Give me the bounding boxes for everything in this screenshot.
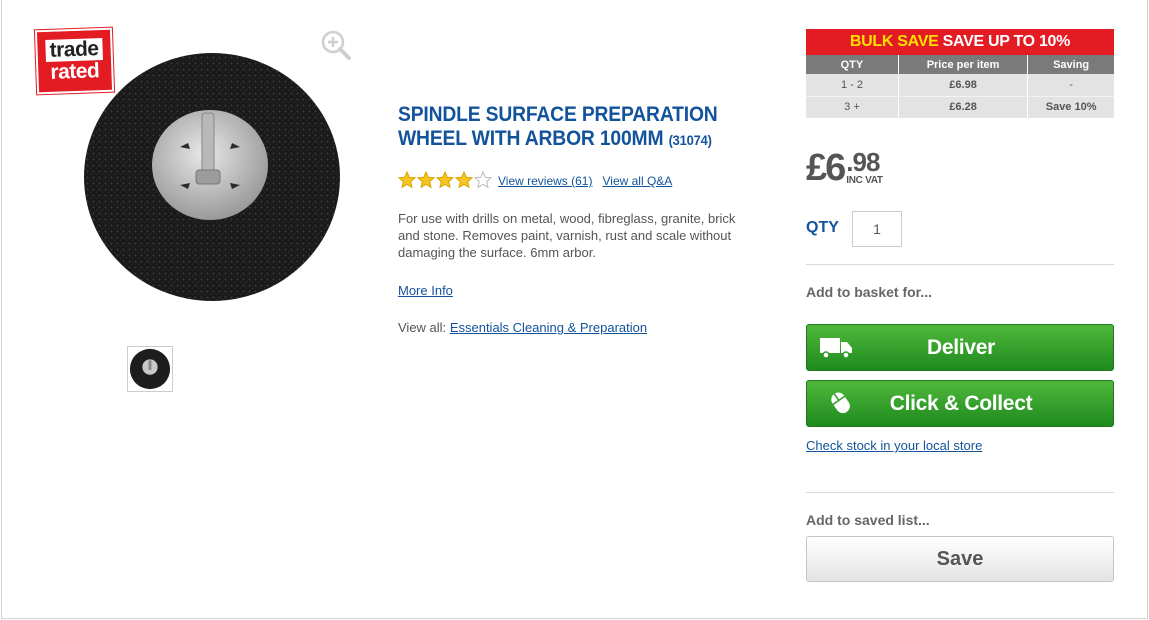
more-info-link[interactable]: More Info	[398, 283, 453, 298]
deliver-button-label: Deliver	[927, 335, 995, 359]
deliver-button[interactable]: Deliver	[806, 324, 1114, 371]
price-vat-label: INC VAT	[846, 175, 883, 186]
view-all-prefix: View all:	[398, 320, 447, 335]
bulk-save-banner: BULK SAVE SAVE UP TO 10%	[806, 29, 1114, 55]
table-row: 3 + £6.28 Save 10%	[806, 96, 1114, 118]
star-filled-icon	[417, 171, 435, 189]
table-header-qty: QTY	[806, 55, 899, 74]
divider	[806, 264, 1114, 265]
star-filled-icon	[436, 171, 454, 189]
save-button[interactable]: Save	[806, 536, 1114, 582]
click-collect-button[interactable]: Click & Collect	[806, 380, 1114, 427]
product-code: (31074)	[668, 132, 712, 148]
table-cell-price: £6.28	[898, 96, 1029, 118]
table-cell-qty: 1 - 2	[806, 74, 899, 97]
view-reviews-link[interactable]: View reviews (61)	[498, 174, 592, 188]
rating-stars	[398, 171, 492, 189]
view-qa-link[interactable]: View all Q&A	[602, 174, 672, 188]
qty-label: QTY	[806, 219, 839, 236]
table-cell-price: £6.98	[898, 74, 1029, 97]
table-header-price: Price per item	[898, 55, 1029, 74]
click-collect-button-label: Click & Collect	[889, 391, 1033, 415]
table-cell-saving: -	[1027, 74, 1114, 97]
add-to-saved-list-label: Add to saved list...	[806, 512, 930, 528]
product-price: £6 .98 INC VAT	[806, 148, 883, 188]
table-header-saving: Saving	[1027, 55, 1114, 74]
divider	[806, 492, 1114, 493]
review-links: View reviews (61) View all Q&A	[498, 174, 672, 188]
product-image	[84, 53, 340, 301]
table-row: 1 - 2 £6.98 -	[806, 74, 1114, 97]
delivery-truck-icon	[820, 338, 852, 359]
check-stock-link[interactable]: Check stock in your local store	[806, 438, 982, 453]
save-button-label: Save	[936, 547, 984, 570]
mouse-icon	[831, 392, 850, 414]
star-filled-icon	[455, 171, 473, 189]
view-all-category: View all: Essentials Cleaning & Preparat…	[398, 320, 647, 335]
bulk-save-panel: BULK SAVE SAVE UP TO 10% QTY Price per i…	[806, 29, 1114, 118]
star-filled-icon	[398, 171, 416, 189]
product-thumbnail[interactable]	[127, 346, 173, 392]
bulk-save-text: SAVE UP TO 10%	[942, 33, 1071, 50]
bulk-price-table: QTY Price per item Saving 1 - 2 £6.98 - …	[806, 55, 1114, 118]
star-empty-icon	[474, 171, 492, 189]
product-title: SPINDLE SURFACE PREPARATION WHEEL WITH A…	[398, 103, 748, 152]
price-pounds: £6	[806, 147, 846, 189]
category-link[interactable]: Essentials Cleaning & Preparation	[450, 320, 647, 335]
qty-input[interactable]	[852, 211, 902, 247]
bulk-save-highlight: BULK SAVE	[849, 33, 939, 50]
table-cell-saving: Save 10%	[1027, 96, 1114, 118]
product-description: For use with drills on metal, wood, fibr…	[398, 211, 736, 260]
table-cell-qty: 3 +	[806, 96, 899, 118]
price-pence: .98	[846, 147, 880, 177]
add-to-basket-label: Add to basket for...	[806, 284, 933, 300]
